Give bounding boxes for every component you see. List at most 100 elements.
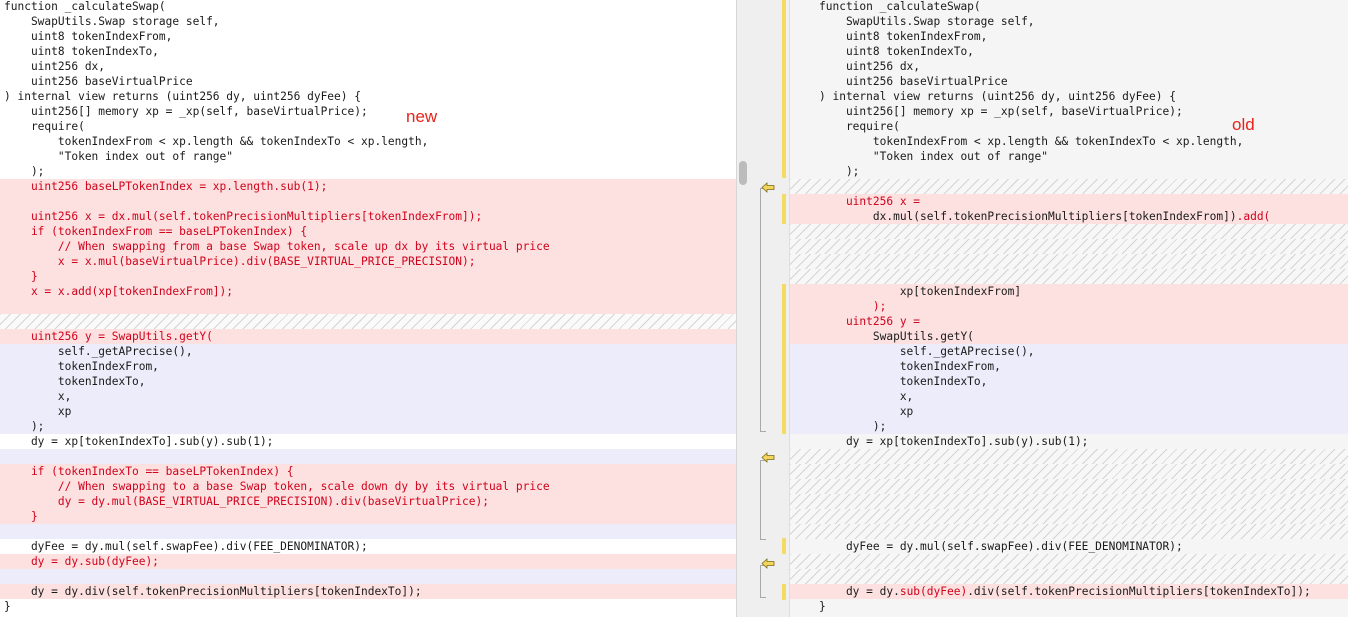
code-line: SwapUtils.Swap storage self, <box>790 14 1348 29</box>
diff-placeholder <box>790 269 1348 284</box>
new-label: new <box>406 107 438 126</box>
code-segment: tokenIndexFrom < xp.length && tokenIndex… <box>819 135 1244 148</box>
code-line: ) internal view returns (uint256 dy, uin… <box>4 90 361 103</box>
code-line: ); <box>790 164 1348 179</box>
code-segment: tokenIndexTo, <box>819 375 988 388</box>
merge-left-arrow-icon[interactable] <box>761 182 775 193</box>
code-segment: SwapUtils.Swap storage self, <box>819 15 1035 28</box>
code-line: // When swapping to a base Swap token, s… <box>0 479 736 494</box>
code-line: } <box>0 269 736 284</box>
code-segment: uint256 y = <box>819 315 921 328</box>
code-line: ); <box>4 165 45 178</box>
code-line <box>0 569 736 584</box>
old-label: old <box>1232 115 1255 134</box>
diff-placeholder <box>790 569 1348 584</box>
code-line: x, <box>790 389 1348 404</box>
new-file-pane[interactable]: function _calculateSwap( SwapUtils.Swap … <box>0 0 736 617</box>
change-marker <box>782 584 786 600</box>
code-line: "Token index out of range" <box>4 150 234 163</box>
code-segment: ); <box>819 300 887 313</box>
code-line: dy = dy.sub(dyFee).div(self.tokenPrecisi… <box>790 584 1348 599</box>
code-segment: uint8 tokenIndexTo, <box>819 45 974 58</box>
code-segment: xp[tokenIndexFrom] <box>819 285 1022 298</box>
code-line: // When swapping from a base Swap token,… <box>0 239 736 254</box>
change-marker <box>782 284 786 434</box>
diff-placeholder <box>790 479 1348 494</box>
old-file-pane[interactable]: function _calculateSwap( SwapUtils.Swap … <box>790 0 1348 617</box>
diff-gutter <box>736 0 790 617</box>
diff-placeholder <box>790 449 1348 464</box>
code-line: "Token index out of range" <box>790 149 1348 164</box>
code-line: tokenIndexTo, <box>790 374 1348 389</box>
code-line: tokenIndexFrom < xp.length && tokenIndex… <box>790 134 1348 149</box>
code-line: x = x.mul(baseVirtualPrice).div(BASE_VIR… <box>0 254 736 269</box>
code-line: x, <box>0 389 736 404</box>
code-segment: .div(self.tokenPrecisionMultipliers[toke… <box>967 585 1311 598</box>
code-line: dx.mul(self.tokenPrecisionMultipliers[to… <box>790 209 1348 224</box>
change-bracket <box>760 188 766 432</box>
code-line: uint8 tokenIndexFrom, <box>790 29 1348 44</box>
code-line: if (tokenIndexTo == baseLPTokenIndex) { <box>0 464 736 479</box>
code-segment: dy = dy. <box>819 585 900 598</box>
code-line: uint8 tokenIndexTo, <box>790 44 1348 59</box>
code-line: uint256 dx, <box>4 60 106 73</box>
code-line: uint256[] memory xp = _xp(self, baseVirt… <box>790 104 1348 119</box>
code-segment: uint256 x = <box>819 195 921 208</box>
code-segment: dy = xp[tokenIndexTo].sub(y).sub(1); <box>819 435 1089 448</box>
code-line: } <box>790 599 1348 614</box>
code-line: uint256 x = dx.mul(self.tokenPrecisionMu… <box>0 209 736 224</box>
code-line: dy = xp[tokenIndexTo].sub(y).sub(1); <box>790 434 1348 449</box>
code-segment: dx.mul(self.tokenPrecisionMultipliers[to… <box>819 210 1237 223</box>
diff-placeholder <box>790 254 1348 269</box>
code-segment: dyFee = dy.mul(self.swapFee).div(FEE_DEN… <box>819 540 1183 553</box>
code-line: xp <box>790 404 1348 419</box>
code-segment: uint256 dx, <box>819 60 921 73</box>
scrollbar-thumb[interactable] <box>739 161 747 185</box>
change-marker <box>782 0 786 178</box>
code-segment: SwapUtils.getY( <box>819 330 974 343</box>
code-line <box>0 299 736 314</box>
code-segment: x, <box>819 390 914 403</box>
code-line: dy = dy.mul(BASE_VIRTUAL_PRICE_PRECISION… <box>0 494 736 509</box>
code-segment: ); <box>819 420 887 433</box>
change-marker <box>782 194 786 224</box>
code-line: uint256 x = <box>790 194 1348 209</box>
code-segment: tokenIndexFrom, <box>819 360 1001 373</box>
diff-placeholder <box>790 509 1348 524</box>
code-line: uint8 tokenIndexFrom, <box>4 30 173 43</box>
code-line: function _calculateSwap( <box>790 0 1348 14</box>
code-line <box>0 449 736 464</box>
code-segment: ) internal view returns (uint256 dy, uin… <box>819 90 1176 103</box>
code-line: uint256 dx, <box>790 59 1348 74</box>
code-line: ); <box>0 419 736 434</box>
diff-placeholder <box>790 239 1348 254</box>
code-segment: uint256 baseVirtualPrice <box>819 75 1008 88</box>
code-line: uint256 y = SwapUtils.getY( <box>0 329 736 344</box>
code-segment: uint8 tokenIndexFrom, <box>819 30 988 43</box>
code-line: tokenIndexFrom < xp.length && tokenIndex… <box>4 135 429 148</box>
code-line: SwapUtils.Swap storage self, <box>4 15 220 28</box>
change-bracket <box>760 565 766 598</box>
code-segment: "Token index out of range" <box>819 150 1049 163</box>
diff-placeholder <box>790 494 1348 509</box>
code-line: uint8 tokenIndexTo, <box>4 45 159 58</box>
code-line <box>0 194 736 209</box>
diff-placeholder <box>790 524 1348 539</box>
code-line: require( <box>790 119 1348 134</box>
code-line: uint256 baseVirtualPrice <box>790 74 1348 89</box>
code-segment: xp <box>819 405 914 418</box>
change-bracket <box>760 460 766 540</box>
code-line: require( <box>4 120 85 133</box>
code-line: uint256 baseVirtualPrice <box>4 75 193 88</box>
code-line: dy = dy.div(self.tokenPrecisionMultiplie… <box>0 584 736 599</box>
code-line: xp[tokenIndexFrom] <box>790 284 1348 299</box>
code-line: dyFee = dy.mul(self.swapFee).div(FEE_DEN… <box>790 539 1348 554</box>
code-segment: function _calculateSwap( <box>819 0 981 13</box>
code-line: tokenIndexTo, <box>0 374 736 389</box>
merge-left-arrow-icon[interactable] <box>761 558 775 569</box>
code-segment: require( <box>819 120 900 133</box>
code-line: tokenIndexFrom, <box>0 359 736 374</box>
code-line: ) internal view returns (uint256 dy, uin… <box>790 89 1348 104</box>
code-line: xp <box>0 404 736 419</box>
merge-left-arrow-icon[interactable] <box>761 452 775 463</box>
